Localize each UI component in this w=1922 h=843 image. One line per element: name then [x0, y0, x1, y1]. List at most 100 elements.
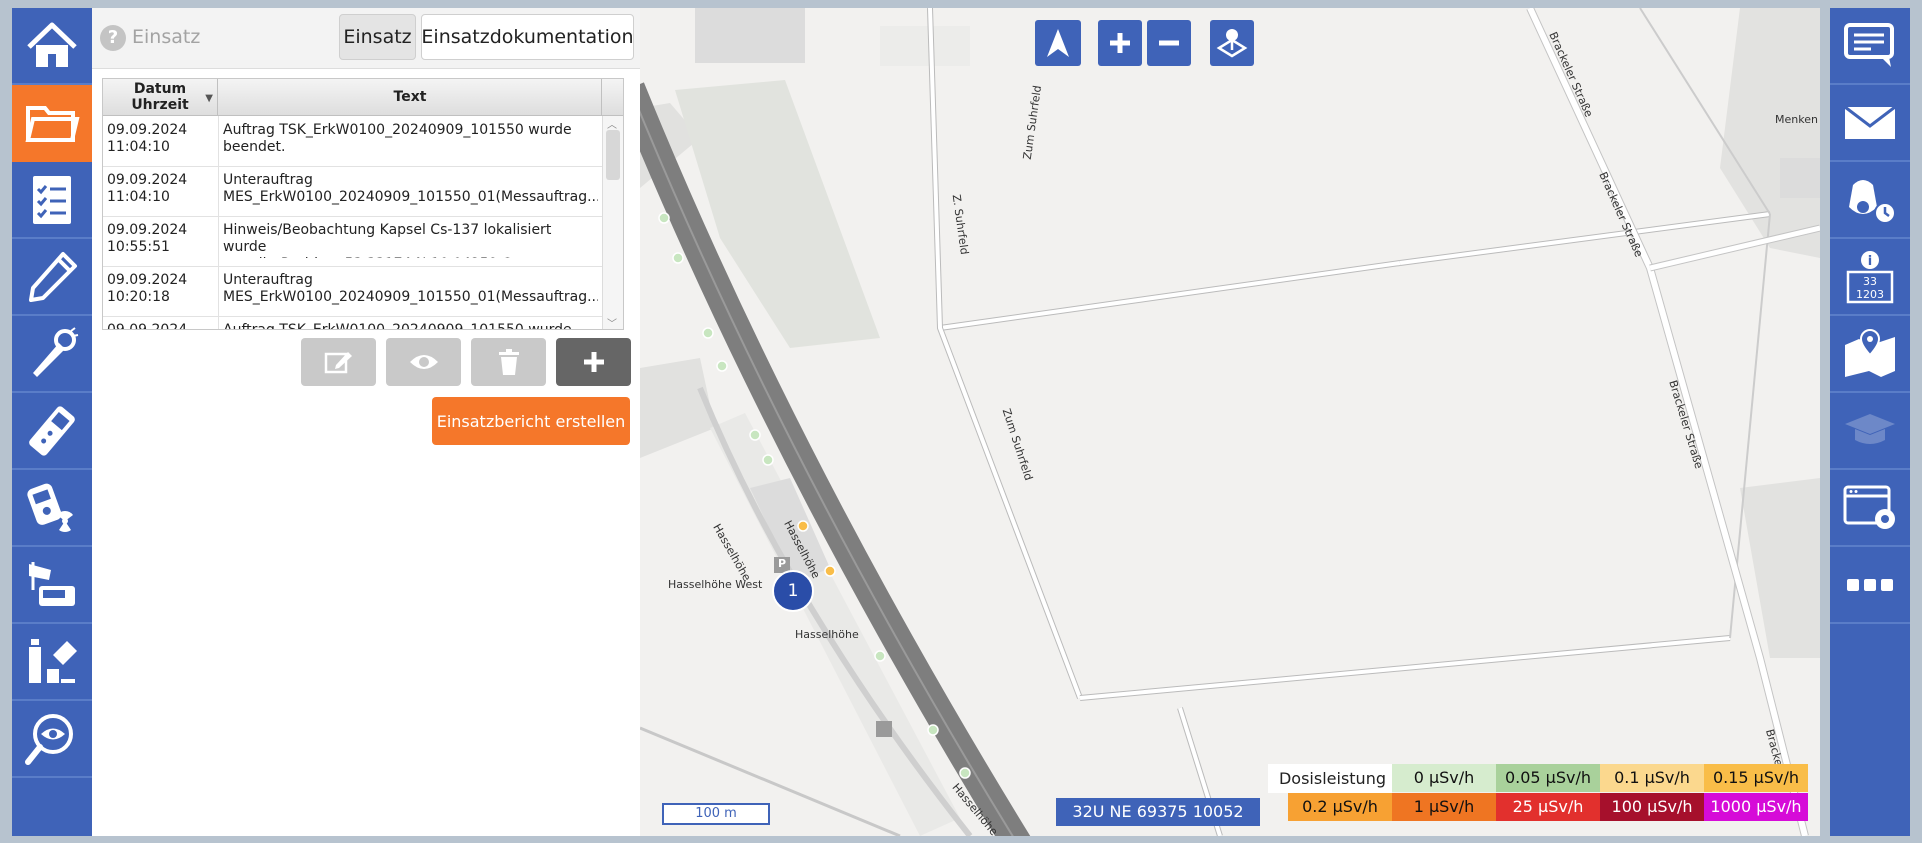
place-label: Hasselhöhe West	[668, 578, 763, 591]
left-navigation-rail	[12, 8, 92, 836]
chat-icon	[1844, 22, 1894, 67]
zoom-in-button[interactable]	[1098, 20, 1142, 66]
row-date: 09.09.2024 10:20:18	[107, 272, 188, 305]
folder-icon	[25, 105, 80, 142]
legend-cell: 25 µSv/h	[1496, 793, 1600, 821]
home-button[interactable]	[12, 8, 92, 85]
radiation-meter-button[interactable]	[12, 470, 92, 547]
training-button[interactable]	[1830, 393, 1910, 470]
plus-icon	[1110, 33, 1130, 53]
handheld-meter-button[interactable]	[12, 393, 92, 470]
chat-button[interactable]	[1830, 8, 1910, 85]
row-date: 09.09.2024 11:04:10	[107, 122, 188, 155]
add-button[interactable]	[556, 338, 631, 386]
svg-text:i: i	[1868, 254, 1872, 269]
help-icon[interactable]: ?	[100, 25, 126, 51]
column-header-date[interactable]: Datum Uhrzeit ▼	[103, 79, 218, 115]
table-row[interactable]: 09.09.2024 11:04:10 Auftrag TSK_ErkW0100…	[103, 116, 603, 167]
plus-icon	[583, 352, 604, 372]
svg-text:1203: 1203	[1856, 288, 1884, 301]
row-date: 09.09.2024 10:55:51	[107, 222, 188, 255]
table-row[interactable]: 09.09.2024 11:04:10 Unterauftrag MES_Erk…	[103, 166, 603, 217]
map-base-layer	[640, 8, 1820, 836]
cluster-marker[interactable]: 1	[772, 570, 814, 612]
tab-einsatzdokumentation[interactable]: Einsatzdokumentation	[421, 14, 634, 60]
map-pin-icon	[1845, 328, 1895, 377]
sample-bottles-icon	[29, 638, 77, 683]
coordinate-display: 32U NE 69375 10052	[1056, 798, 1260, 826]
sort-descending-icon: ▼	[205, 93, 213, 104]
row-text: Hinweis/Beobachtung Kapsel Cs-137 lokali…	[223, 222, 552, 258]
panel-title: Einsatz	[132, 26, 201, 48]
right-navigation-rail: i 33 1203	[1830, 8, 1910, 836]
column-header-date-label: Datum Uhrzeit	[131, 81, 189, 113]
legend-cell: 1000 µSv/h	[1704, 793, 1808, 821]
folder-button[interactable]	[12, 85, 92, 162]
dose-rate-legend: Dosisleistung 0 µSv/h 0.05 µSv/h 0.1 µSv…	[1268, 764, 1808, 822]
scroll-down-icon[interactable]: ﹀	[607, 315, 617, 329]
documentation-panel: ? Einsatz Einsatz Einsatzdokumentation D…	[92, 8, 640, 836]
dosimeter-probe-icon	[33, 326, 79, 377]
create-report-button[interactable]: Einsatzbericht erstellen	[432, 397, 630, 445]
edit-button[interactable]	[301, 338, 376, 386]
map-pin-button[interactable]	[1830, 316, 1910, 393]
table-body: 09.09.2024 11:04:10 Auftrag TSK_ErkW0100…	[103, 116, 603, 330]
log-table: Datum Uhrzeit ▼ Text 09.09.2024 11:04:10…	[102, 78, 624, 330]
info-counter-button[interactable]: i 33 1203	[1830, 239, 1910, 316]
table-row[interactable]: 09.09.2024 10:20:18 Unterauftrag MES_Erk…	[103, 266, 603, 317]
wind-measurement-icon	[29, 561, 75, 606]
dosimeter-probe-button[interactable]	[12, 316, 92, 393]
mail-button[interactable]	[1830, 85, 1910, 162]
legend-cell: 0.05 µSv/h	[1496, 764, 1600, 792]
legend-cell: 0.1 µSv/h	[1600, 764, 1704, 792]
svg-text:33: 33	[1863, 275, 1877, 288]
column-header-text[interactable]: Text	[219, 79, 602, 115]
pencil-icon	[29, 251, 77, 302]
locate-button[interactable]	[1210, 20, 1254, 66]
sample-bottles-button[interactable]	[12, 624, 92, 701]
search-eye-icon	[25, 713, 73, 765]
legend-title: Dosisleistung	[1268, 764, 1392, 793]
table-scrollbar[interactable]: ︿ ﹀	[602, 116, 623, 329]
tab-einsatz[interactable]: Einsatz	[339, 14, 416, 60]
minus-icon	[1159, 40, 1179, 46]
map-location-icon	[1216, 29, 1248, 58]
window-settings-button[interactable]	[1830, 470, 1910, 547]
wind-measurement-button[interactable]	[12, 547, 92, 624]
handheld-meter-icon	[29, 405, 75, 456]
respirator-timer-icon	[1849, 179, 1896, 224]
delete-button[interactable]	[471, 338, 546, 386]
legend-cell: 1 µSv/h	[1392, 793, 1496, 821]
place-label: Hasselhöhe	[795, 628, 859, 641]
mail-icon	[1844, 105, 1896, 139]
table-row[interactable]: 09.09.2024 Auftrag TSK_ErkW0100_20240909…	[103, 316, 603, 330]
edit-icon	[324, 352, 352, 374]
graduation-cap-icon	[1845, 413, 1895, 444]
eye-icon	[409, 355, 438, 369]
view-button[interactable]	[386, 338, 461, 386]
legend-cell: 100 µSv/h	[1600, 793, 1704, 821]
north-arrow-button[interactable]	[1035, 20, 1081, 66]
table-row[interactable]: 09.09.2024 10:55:51 Hinweis/Beobachtung …	[103, 216, 603, 267]
radiation-meter-icon	[27, 483, 73, 532]
checklist-button[interactable]	[12, 162, 92, 239]
panel-header: ? Einsatz Einsatz Einsatzdokumentation	[92, 8, 640, 69]
scale-bar: 100 m	[662, 803, 770, 825]
trash-icon	[498, 349, 519, 375]
inspect-button[interactable]	[12, 701, 92, 778]
more-button[interactable]	[1830, 547, 1910, 624]
scroll-up-icon[interactable]: ︿	[607, 116, 617, 131]
row-text: Auftrag TSK_ErkW0100_20240909_101550 wur…	[223, 122, 572, 155]
respirator-timer-button[interactable]	[1830, 162, 1910, 239]
more-icon	[1847, 578, 1893, 591]
parking-label: P	[778, 557, 787, 570]
pencil-button[interactable]	[12, 239, 92, 316]
row-date: 09.09.2024	[107, 322, 188, 330]
home-icon	[27, 22, 77, 67]
legend-cell: 0 µSv/h	[1392, 764, 1496, 792]
window-settings-icon	[1843, 485, 1895, 529]
scroll-thumb[interactable]	[606, 130, 620, 180]
map-view[interactable]: Zum Suhrfeld Z. Suhrfeld Zum Suhrfeld Br…	[640, 8, 1820, 836]
zoom-out-button[interactable]	[1147, 20, 1191, 66]
row-text: Auftrag TSK_ErkW0100_20240909_101550 wur…	[223, 322, 572, 330]
